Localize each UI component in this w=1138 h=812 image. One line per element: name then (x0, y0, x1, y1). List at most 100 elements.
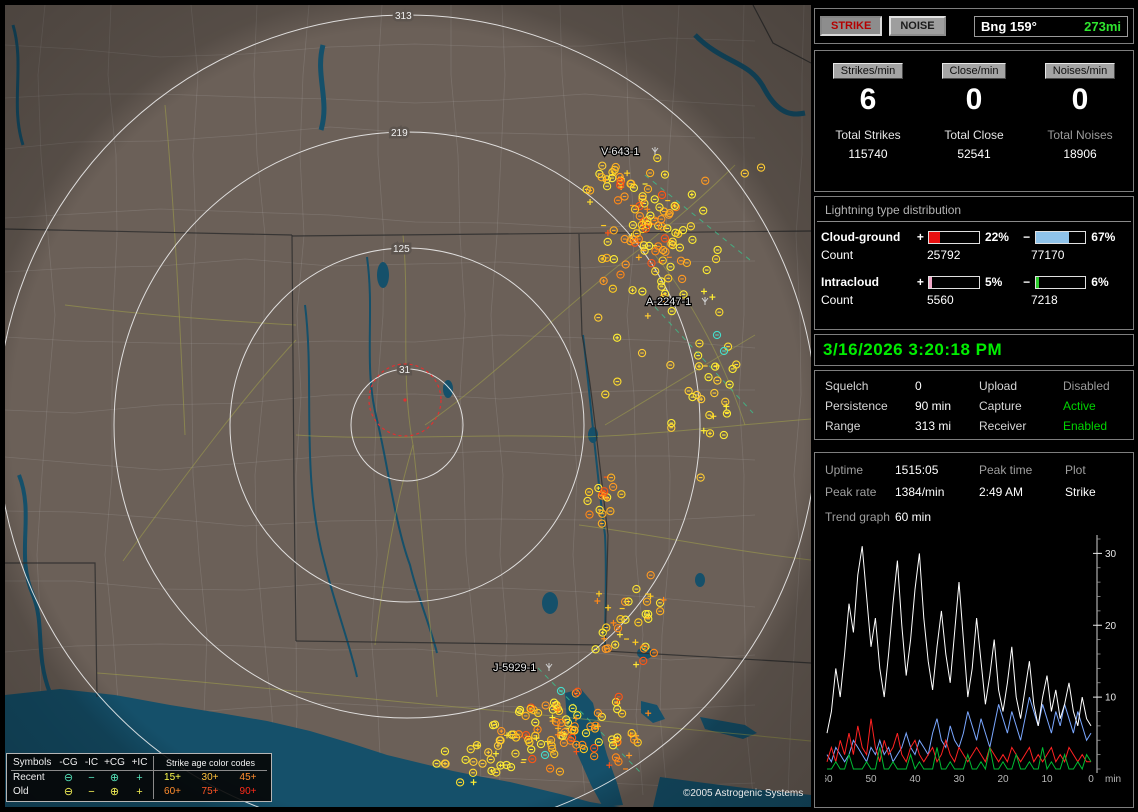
persistence-label: Persistence (825, 399, 888, 413)
svg-text:10: 10 (1105, 693, 1117, 704)
capture-status: Active (1063, 399, 1096, 413)
peak-rate-label: Peak rate (825, 485, 877, 499)
uptime-value: 1515:05 (895, 463, 939, 477)
close-per-min-value: 0 (965, 83, 983, 116)
close-per-min-badge[interactable]: Close/min (941, 63, 1007, 79)
minus-sign: − (1023, 275, 1031, 289)
map-canvas[interactable]: 313 219 125 31 V-643-1 A-2247-1 J-5929-1 (5, 5, 811, 807)
legend-col-ic-pos: +IC (131, 757, 148, 768)
squelch-label: Squelch (825, 379, 869, 393)
age-90: 90+ (239, 786, 257, 797)
peak-rate-row: Peak rate 1384/min 2:49 AM Strike (825, 481, 1123, 503)
cloud-ground-count-row: Count 25792 77170 (815, 246, 1133, 264)
strikes-per-min-value: 6 (859, 83, 877, 116)
intracloud-row: Intracloud + 5% − 6% (815, 273, 1133, 291)
svg-text:20: 20 (997, 774, 1009, 785)
count-label: Count (821, 248, 854, 262)
datetime-display: 3/16/2026 3:20:18 PM (823, 340, 1003, 359)
cg-pos-percent: 22% (984, 230, 1009, 244)
cg-neg-percent: 67% (1091, 230, 1116, 244)
ring-label-125: 125 (393, 244, 410, 255)
svg-text:30: 30 (953, 774, 965, 785)
persistence-value: 90 min (915, 399, 952, 413)
cg-neg-gauge (1034, 230, 1087, 244)
cg-pos-symbol: ⊕ (109, 772, 120, 784)
total-strikes-label: Total Strikes (835, 128, 901, 142)
copyright-text: ©2005 Astrogenic Systems (683, 788, 804, 799)
station-label: A-2247-1 (646, 296, 691, 308)
ring-label-313: 313 (395, 11, 412, 22)
noises-per-min-badge[interactable]: Noises/min (1044, 63, 1116, 79)
age-30: 30+ (201, 772, 219, 783)
minus-sign: − (1023, 230, 1031, 244)
total-close-value: 52541 (957, 147, 991, 161)
ic-pos-symbol: + (136, 786, 143, 798)
total-noises-value: 18906 (1063, 147, 1097, 161)
ic-neg-percent: 6% (1091, 275, 1109, 289)
peak-rate-value: 1384/min (895, 485, 945, 499)
close-per-min-column: Close/min 0 Total Close 52541 (921, 63, 1027, 191)
ring-label-31: 31 (399, 365, 411, 376)
plus-sign: + (916, 230, 924, 244)
ic-pos-gauge (928, 275, 980, 289)
cg-neg-symbol: ⊖ (63, 786, 74, 798)
total-close-label: Total Close (944, 128, 1004, 142)
svg-text:10: 10 (1041, 774, 1053, 785)
uptime-label: Uptime (825, 463, 864, 477)
svg-text:50: 50 (865, 774, 877, 785)
age-75: 75+ (201, 786, 219, 797)
cg-pos-symbol: ⊕ (109, 786, 120, 798)
trend-chart: 10 20 30 60 50 40 30 20 10 0 min (825, 531, 1123, 785)
legend-col-cg-neg: -CG (59, 757, 78, 768)
ic-pos-symbol: + (136, 772, 143, 784)
peak-time-label: Peak time (979, 463, 1033, 477)
map-legend: Symbols -CG -IC +CG +IC Strike age color… (6, 753, 272, 802)
noise-mode-button[interactable]: NOISE (889, 16, 946, 36)
svg-text:60: 60 (825, 774, 833, 785)
range-label: Range (825, 419, 861, 433)
strike-mode-button[interactable]: STRIKE (820, 16, 883, 36)
bearing-value: Bng 159° (981, 18, 1037, 34)
svg-text:30: 30 (1105, 549, 1117, 560)
upload-label: Upload (979, 379, 1018, 393)
cg-pos-gauge (928, 230, 980, 244)
cg-pos-count: 25792 (927, 248, 961, 262)
peak-time-value: 2:49 AM (979, 485, 1024, 499)
strike-map[interactable]: 313 219 125 31 V-643-1 A-2247-1 J-5929-1… (5, 5, 811, 807)
trend-graph-value: 60 min (895, 510, 932, 524)
strikes-per-min-column: Strikes/min 6 Total Strikes 115740 (815, 63, 921, 191)
squelch-value: 0 (915, 379, 922, 393)
trend-graph-row: Trend graph 60 min (825, 506, 1123, 528)
age-15: 15+ (153, 771, 191, 785)
intracloud-label: Intracloud (821, 275, 880, 289)
age-45: 45+ (239, 772, 257, 783)
trend-section: Uptime 1515:05 Peak time Plot Peak rate … (814, 452, 1134, 808)
station-label: J-5929-1 (493, 662, 536, 674)
legend-col-cg-pos: +CG (104, 757, 125, 768)
svg-text:min: min (1105, 774, 1121, 785)
legend-age-title: Strike age color codes (153, 756, 267, 770)
bearing-readout: Bng 159° 273mi (974, 15, 1128, 37)
receiver-status: Enabled (1063, 419, 1108, 433)
ic-neg-gauge (1034, 275, 1087, 289)
cloud-ground-label: Cloud-ground (821, 230, 901, 244)
datetime-section: 3/16/2026 3:20:18 PM (814, 334, 1134, 366)
noises-per-min-value: 0 (1071, 83, 1089, 116)
svg-text:40: 40 (909, 774, 921, 785)
distribution-section: Lightning type distribution Cloud-ground… (814, 196, 1134, 330)
total-noises-label: Total Noises (1047, 128, 1113, 142)
range-value: 313 mi (915, 419, 952, 433)
upload-status: Disabled (1063, 379, 1110, 393)
receiver-label: Receiver (979, 419, 1027, 433)
settings-section: Squelch 0 Upload Disabled Persistence 90… (814, 370, 1134, 440)
plot-value: Strike (1065, 485, 1096, 499)
station-label: V-643-1 (601, 146, 640, 158)
strikes-per-min-badge[interactable]: Strikes/min (832, 63, 904, 79)
total-strikes-value: 115740 (848, 147, 888, 161)
capture-label: Capture (979, 399, 1022, 413)
plus-sign: + (916, 275, 924, 289)
range-vignette (5, 5, 811, 807)
cloud-ground-row: Cloud-ground + 22% − 67% (815, 228, 1133, 246)
legend-old-label: Old (13, 786, 29, 797)
uptime-row: Uptime 1515:05 Peak time Plot (825, 459, 1123, 481)
